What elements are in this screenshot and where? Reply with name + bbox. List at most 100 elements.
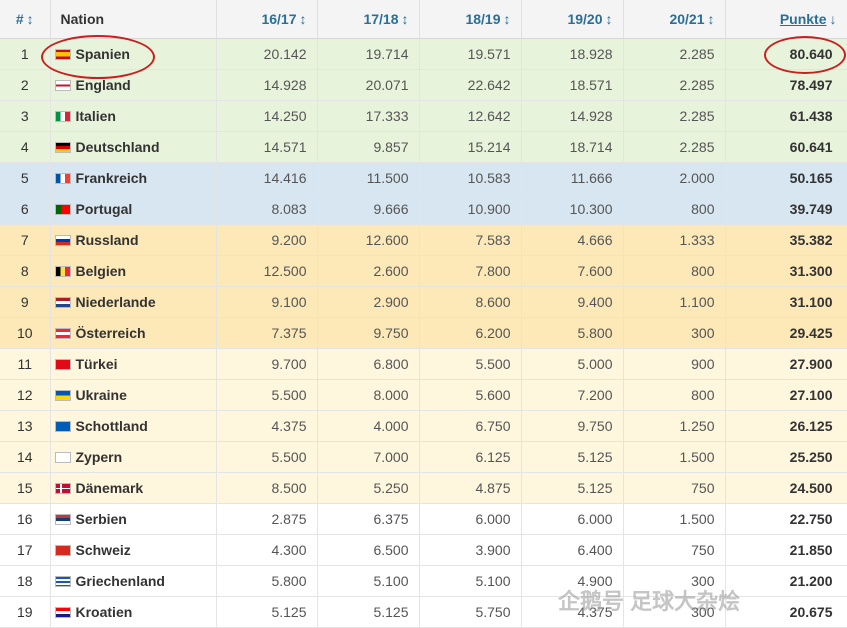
nation-cell[interactable]: Niederlande — [50, 286, 217, 318]
season-value-cell: 19.714 — [317, 38, 420, 70]
season-value-cell: 2.285 — [623, 38, 726, 70]
nation-cell[interactable]: Schottland — [50, 410, 217, 442]
flag-switzerland-icon — [54, 545, 71, 556]
season-value-cell: 5.100 — [317, 565, 420, 597]
rank-cell: 15 — [0, 472, 51, 504]
nation-cell[interactable]: England — [50, 69, 217, 101]
table-row: 8 Belgien 12.500 2.600 7.800 7.600 800 31.300 — [0, 255, 847, 287]
season-value-cell: 5.750 — [419, 596, 522, 628]
season-value-cell: 7.583 — [419, 224, 522, 256]
rank-cell: 12 — [0, 379, 51, 411]
season-value-cell: 6.800 — [317, 348, 420, 380]
season-value-cell: 4.666 — [521, 224, 624, 256]
table-row: 13 Schottland 4.375 4.000 6.750 9.750 1.250 26.… — [0, 410, 847, 442]
nation-cell[interactable]: Frankreich — [50, 162, 217, 194]
sort-icon[interactable]: ↕ — [300, 11, 307, 27]
season-value-cell: 7.800 — [419, 255, 522, 287]
nation-cell[interactable]: Türkei — [50, 348, 217, 380]
sort-icon[interactable]: ↕ — [402, 11, 409, 27]
rank-column-header[interactable]: # ↕ — [0, 0, 51, 39]
nation-name[interactable]: Deutschland — [76, 139, 160, 155]
nation-name[interactable]: Russland — [76, 232, 139, 248]
season-value-cell: 2.000 — [623, 162, 726, 194]
season-value-cell: 800 — [623, 379, 726, 411]
nation-cell[interactable]: Zypern — [50, 441, 217, 473]
sort-desc-icon[interactable]: ↓ — [830, 11, 837, 27]
points-cell: 39.749 — [725, 193, 847, 225]
nation-name[interactable]: Belgien — [76, 263, 127, 279]
nation-cell[interactable]: Belgien — [50, 255, 217, 287]
nation-cell[interactable]: Italien — [50, 100, 217, 132]
nation-name[interactable]: Schottland — [76, 418, 148, 434]
nation-name[interactable]: Kroatien — [76, 604, 133, 620]
season-value-cell: 12.600 — [317, 224, 420, 256]
rank-cell: 14 — [0, 441, 51, 473]
season-value-cell: 5.500 — [216, 379, 318, 411]
table-row: 5 Frankreich 14.416 11.500 10.583 11.666 2.000… — [0, 162, 847, 194]
nation-cell[interactable]: Griechenland — [50, 565, 217, 597]
season-value-cell: 2.875 — [216, 503, 318, 535]
nation-name[interactable]: Österreich — [76, 325, 146, 341]
nation-name[interactable]: Niederlande — [76, 294, 156, 310]
season-2021-header[interactable]: 20/21 ↕ — [623, 0, 726, 39]
sort-icon[interactable]: ↕ — [27, 11, 34, 27]
nation-cell[interactable]: Schweiz — [50, 534, 217, 566]
season-value-cell: 9.100 — [216, 286, 318, 318]
table-row: 18 Griechenland 5.800 5.100 5.100 4.900 300 21.… — [0, 565, 847, 597]
nation-name[interactable]: Spanien — [76, 46, 130, 62]
season-value-cell: 4.375 — [216, 410, 318, 442]
season-value-cell: 6.000 — [419, 503, 522, 535]
season-value-cell: 750 — [623, 534, 726, 566]
season-value-cell: 5.800 — [521, 317, 624, 349]
season-value-cell: 5.250 — [317, 472, 420, 504]
points-sort-link[interactable]: Punkte — [780, 11, 827, 27]
nation-cell[interactable]: Österreich — [50, 317, 217, 349]
nation-name[interactable]: Türkei — [76, 356, 118, 372]
flag-denmark-icon — [54, 483, 71, 494]
nation-cell[interactable]: Dänemark — [50, 472, 217, 504]
season-1617-header[interactable]: 16/17 ↕ — [216, 0, 318, 39]
season-value-cell: 14.571 — [216, 131, 318, 163]
nation-name[interactable]: Ukraine — [76, 387, 127, 403]
season-value-cell: 800 — [623, 255, 726, 287]
season-value-cell: 8.083 — [216, 193, 318, 225]
table-row: 11 Türkei 9.700 6.800 5.500 5.000 900 27.900 — [0, 348, 847, 380]
nation-name[interactable]: Zypern — [76, 449, 123, 465]
nation-name[interactable]: Serbien — [76, 511, 127, 527]
nation-name[interactable]: England — [76, 77, 131, 93]
points-cell: 27.900 — [725, 348, 847, 380]
season-1819-header[interactable]: 18/19 ↕ — [419, 0, 522, 39]
points-cell: 21.200 — [725, 565, 847, 597]
nation-cell[interactable]: Ukraine — [50, 379, 217, 411]
sort-icon[interactable]: ↕ — [606, 11, 613, 27]
table-row: 4 Deutschland 14.571 9.857 15.214 18.714 2.285… — [0, 131, 847, 163]
flag-belgium-icon — [54, 266, 71, 277]
table-row: 1 Spanien 20.142 19.714 19.571 18.928 2.285 80.… — [0, 38, 847, 70]
sort-icon[interactable]: ↕ — [708, 11, 715, 27]
season-1920-header[interactable]: 19/20 ↕ — [521, 0, 624, 39]
season-value-cell: 18.928 — [521, 38, 624, 70]
nation-name[interactable]: Portugal — [76, 201, 133, 217]
rank-cell: 4 — [0, 131, 51, 163]
nation-cell[interactable]: Portugal — [50, 193, 217, 225]
nation-cell[interactable]: Deutschland — [50, 131, 217, 163]
nation-name[interactable]: Frankreich — [76, 170, 148, 186]
season-value-cell: 9.400 — [521, 286, 624, 318]
season-value-cell: 6.000 — [521, 503, 624, 535]
nation-cell[interactable]: Spanien — [50, 38, 217, 70]
nation-name[interactable]: Italien — [76, 108, 116, 124]
nation-cell[interactable]: Serbien — [50, 503, 217, 535]
points-cell: 35.382 — [725, 224, 847, 256]
sort-icon[interactable]: ↕ — [504, 11, 511, 27]
flag-ukraine-icon — [54, 390, 71, 401]
nation-name[interactable]: Dänemark — [76, 480, 144, 496]
rank-cell: 6 — [0, 193, 51, 225]
season-1718-header[interactable]: 17/18 ↕ — [317, 0, 420, 39]
nation-name[interactable]: Schweiz — [76, 542, 131, 558]
season-value-cell: 4.900 — [521, 565, 624, 597]
nation-cell[interactable]: Russland — [50, 224, 217, 256]
nation-cell[interactable]: Kroatien — [50, 596, 217, 628]
points-column-header[interactable]: Punkte ↓ — [725, 0, 847, 39]
nation-name[interactable]: Griechenland — [76, 573, 165, 589]
points-cell: 50.165 — [725, 162, 847, 194]
